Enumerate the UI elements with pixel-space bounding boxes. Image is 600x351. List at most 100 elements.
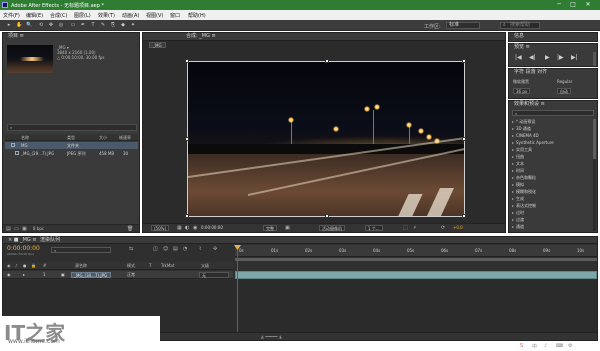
new-folder-icon[interactable]: ▭ xyxy=(14,226,19,232)
mask-toggle-icon[interactable]: ◐ xyxy=(185,225,189,231)
brainstorm-icon[interactable]: ✣ xyxy=(213,246,217,252)
camera-snapshot-icon[interactable]: ◉ xyxy=(193,225,197,231)
close-button[interactable]: ✕ xyxy=(581,1,595,9)
effects-category[interactable]: ▸ CINEMA 4D xyxy=(512,133,539,138)
hand-tool-icon[interactable]: ✋ xyxy=(16,23,22,28)
composition-breadcrumb[interactable]: _MG xyxy=(149,42,166,48)
motion-blur-icon[interactable]: ◔ xyxy=(183,246,187,252)
effects-category[interactable]: ▸ 实用工具 xyxy=(512,147,532,152)
new-composition-icon[interactable]: ▣ xyxy=(22,226,27,232)
transform-handle[interactable] xyxy=(462,59,466,63)
tab-character[interactable]: 字符 段落 对齐 xyxy=(511,69,550,76)
maximize-button[interactable]: □ xyxy=(566,1,580,9)
play-icon[interactable]: ▶ xyxy=(545,54,550,61)
effects-category[interactable]: ▸ 表达式控制 xyxy=(512,203,536,208)
grid-icon[interactable]: ▦ xyxy=(177,225,182,231)
previous-frame-icon[interactable]: ◀| xyxy=(529,54,536,61)
brush-tool-icon[interactable]: ✎ xyxy=(100,23,106,28)
rectangle-tool-icon[interactable]: ▭ xyxy=(70,23,76,28)
tab-project[interactable]: 项目 ≡ xyxy=(5,33,27,40)
transform-handle[interactable] xyxy=(185,59,189,63)
menu-animation[interactable]: 动画(A) xyxy=(122,12,139,19)
font-family-label[interactable]: 微软雅黑 xyxy=(513,79,529,85)
effects-category[interactable]: ▸ 过时 xyxy=(512,210,524,215)
effects-category[interactable]: ▸ 3D 通道 xyxy=(512,126,531,131)
effects-category[interactable]: ▸ 模拟 xyxy=(512,182,524,187)
menu-layer[interactable]: 图层(L) xyxy=(74,12,91,19)
column-trkmat[interactable]: TrkMat xyxy=(161,263,174,268)
effects-scrollbar[interactable] xyxy=(593,119,596,231)
zoom-tool-icon[interactable]: 🔍 xyxy=(26,23,32,28)
viewer-timecode[interactable]: 0:00:00:00 xyxy=(201,225,223,230)
playhead-line[interactable] xyxy=(237,245,238,334)
timeline-search-input[interactable]: ⌕ xyxy=(51,247,111,253)
effects-category[interactable]: ▸ Synthetic Aperture xyxy=(512,140,554,145)
frame-blending-icon[interactable]: ▤ xyxy=(173,246,178,252)
layer-source-name[interactable]: _MG_(30...7).JPG xyxy=(71,272,111,278)
active-camera-select[interactable]: 活动摄像机 xyxy=(319,225,345,231)
keyboard-icon[interactable]: ⌨ xyxy=(556,343,563,349)
clone-stamp-tool-icon[interactable]: ⎘ xyxy=(110,23,116,28)
input-language-icon[interactable]: 中 xyxy=(532,343,537,350)
transform-handle[interactable] xyxy=(185,214,189,218)
bit-depth-button[interactable]: 8 bpc xyxy=(33,226,44,231)
tab-timeline[interactable]: × ■ _MG ≡ xyxy=(5,237,40,244)
transform-handle[interactable] xyxy=(462,137,466,141)
rotate-tool-icon[interactable]: ⟲ xyxy=(38,23,44,28)
volume-icon[interactable]: ♪ xyxy=(544,343,547,349)
delete-icon[interactable]: 🗑 xyxy=(127,226,133,232)
draft-3d-icon[interactable]: ◫ xyxy=(153,246,158,252)
solo-toggle-icon[interactable]: ● xyxy=(23,263,27,268)
column-size[interactable]: 大小 xyxy=(99,135,107,141)
column-name[interactable]: 名称 xyxy=(21,135,29,141)
effects-category[interactable]: ▸ 生成 xyxy=(512,196,524,201)
project-row[interactable]: MG 文件夹 xyxy=(5,142,138,149)
column-fps[interactable]: 帧速率 xyxy=(119,135,131,141)
transform-handle[interactable] xyxy=(462,214,466,218)
settings-icon[interactable]: ⚙ xyxy=(568,343,572,349)
effects-category[interactable]: ▸ 时间 xyxy=(512,168,524,173)
scrollbar-thumb[interactable] xyxy=(593,119,596,159)
menu-effect[interactable]: 效果(T) xyxy=(98,12,115,19)
sogou-ime-icon[interactable]: S xyxy=(520,343,523,349)
effects-category[interactable]: ▸ 通道 xyxy=(512,224,524,229)
menu-help[interactable]: 帮助(H) xyxy=(188,12,206,19)
timeline-timecode[interactable]: 0:00:00:00 xyxy=(7,245,40,252)
transform-handle[interactable] xyxy=(325,214,329,218)
layer-parent-select[interactable]: 无 xyxy=(199,272,229,278)
pan-behind-tool-icon[interactable]: ◎ xyxy=(58,23,64,28)
composition-viewer-image[interactable] xyxy=(187,61,465,217)
tab-effects-presets[interactable]: 效果和预设 ≡ xyxy=(511,101,548,108)
pen-tool-icon[interactable]: ✒ xyxy=(80,23,86,28)
fast-previews-icon[interactable]: ⚡ xyxy=(413,225,417,231)
transform-handle[interactable] xyxy=(185,137,189,141)
camera-tool-icon[interactable]: ✥ xyxy=(48,23,54,28)
exposure-value[interactable]: +0.0 xyxy=(453,225,463,230)
layer-mode-select[interactable]: 正常 xyxy=(127,272,135,278)
column-source-name[interactable]: 源名称 xyxy=(75,263,87,269)
font-size-field[interactable]: 36 px xyxy=(513,88,531,94)
help-search-input[interactable]: ⌕ 搜索帮助 xyxy=(500,22,540,29)
column-type[interactable]: 类型 xyxy=(67,135,75,141)
timeline-zoom-slider[interactable]: ◭ ━━━━━ ◮ xyxy=(261,334,282,339)
effects-category[interactable]: ▸ 过渡 xyxy=(512,217,524,222)
leading-field[interactable]: 自动 xyxy=(557,88,571,94)
work-area-bar[interactable] xyxy=(235,258,597,261)
layer-visibility-icon[interactable]: ◉ xyxy=(7,272,11,277)
menu-window[interactable]: 窗口 xyxy=(170,12,180,19)
magnification-select[interactable]: (50%) xyxy=(151,225,170,231)
shy-layers-icon[interactable]: ☺ xyxy=(163,246,168,252)
first-frame-icon[interactable]: |◀ xyxy=(515,54,522,61)
views-layout-select[interactable]: 1 个... xyxy=(365,225,383,231)
selection-tool-icon[interactable]: ▸ xyxy=(6,23,12,28)
effects-category[interactable]: ▸ 杂色和颗粒 xyxy=(512,175,536,180)
tab-composition[interactable]: 合成: _MG ≡ xyxy=(183,33,219,40)
font-style-label[interactable]: Regular xyxy=(557,79,572,84)
eraser-tool-icon[interactable]: ◆ xyxy=(120,23,126,28)
menu-composition[interactable]: 合成(C) xyxy=(50,12,67,19)
type-tool-icon[interactable]: T xyxy=(90,23,96,28)
resolution-select[interactable]: 完整 xyxy=(263,225,277,231)
interpret-footage-icon[interactable]: ▤ xyxy=(6,226,11,232)
tab-info[interactable]: 信息 xyxy=(511,33,527,40)
minimize-button[interactable]: ─ xyxy=(552,1,566,9)
